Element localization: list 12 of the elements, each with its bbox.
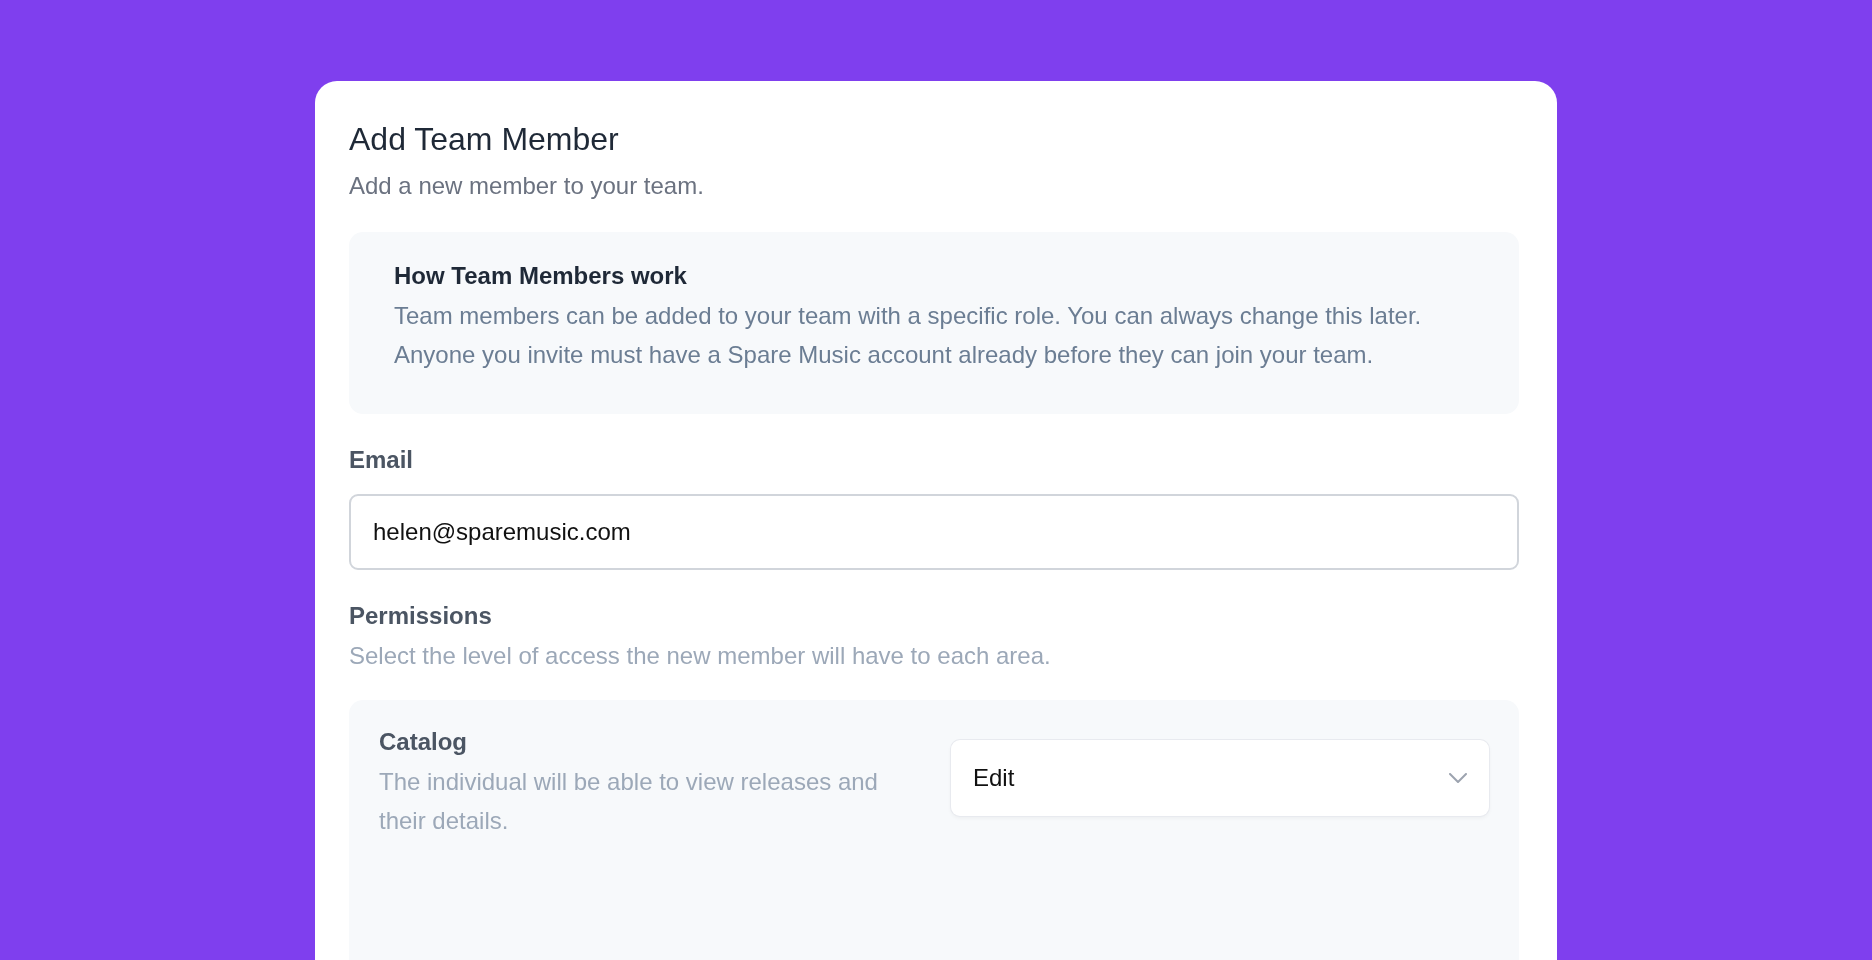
email-field[interactable]: helen@sparemusic.com (349, 494, 1519, 570)
dialog-title: Add Team Member (349, 121, 620, 158)
section-label: Permissions (349, 602, 493, 630)
area-description: The individual will be able to view releases and their details. (379, 767, 879, 836)
chevron-down-icon (1449, 773, 1467, 783)
area-name: Catalog (379, 728, 468, 756)
section-description: Select the level of access the new member will have to each area. (349, 642, 1052, 670)
permission-select[interactable]: Edit (951, 740, 1489, 816)
info-title: How Team Members work (394, 262, 688, 290)
dialog-subtitle: Add a new member to your team. (349, 172, 705, 200)
field-label: Email (349, 446, 415, 474)
info-text: Team members can be added to your team with a specific role. You can always change this later. Anyone you invite must have a Spare Music account already before they can join your team. (394, 301, 1423, 370)
